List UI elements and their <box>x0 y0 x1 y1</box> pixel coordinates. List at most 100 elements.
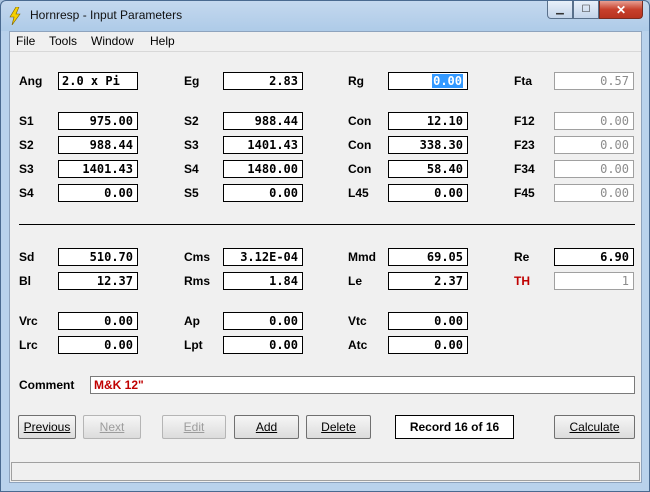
sd-field[interactable]: 510.70 <box>58 248 138 266</box>
l45-label: L45 <box>348 186 369 200</box>
delete-label: Delete <box>321 420 356 434</box>
f45-field: 0.00 <box>554 184 634 202</box>
close-button[interactable]: ✕ <box>599 1 643 19</box>
ang-field[interactable]: 2.0 x Pi <box>58 72 138 90</box>
comment-label: Comment <box>19 378 75 392</box>
le-label: Le <box>348 274 363 288</box>
rg-value: 0.00 <box>432 74 463 88</box>
ap-label: Ap <box>184 314 200 328</box>
lrc-label: Lrc <box>19 338 38 352</box>
f34-label: F34 <box>514 162 535 176</box>
s5-label: S5 <box>184 186 199 200</box>
previous-label: Previous <box>23 420 71 434</box>
next-label: Next <box>99 420 125 434</box>
s4b-field[interactable]: 0.00 <box>58 184 138 202</box>
f23-label: F23 <box>514 138 535 152</box>
title-bar[interactable]: Hornresp - Input Parameters ▁ ☐ ✕ <box>1 1 649 31</box>
fta-field: 0.57 <box>554 72 634 90</box>
delete-button[interactable]: Delete <box>306 415 371 439</box>
menu-file[interactable]: File <box>16 34 35 48</box>
bl-label: Bl <box>19 274 31 288</box>
vrc-label: Vrc <box>19 314 38 328</box>
add-label: Add <box>255 420 278 434</box>
con1-label: Con <box>348 114 372 128</box>
menu-bar: File Tools Window Help <box>10 32 641 52</box>
close-icon: ✕ <box>615 2 627 17</box>
eg-label: Eg <box>184 74 200 88</box>
le-field[interactable]: 2.37 <box>388 272 468 290</box>
mmd-field[interactable]: 69.05 <box>388 248 468 266</box>
lrc-field[interactable]: 0.00 <box>58 336 138 354</box>
menu-help[interactable]: Help <box>150 34 175 48</box>
atc-field[interactable]: 0.00 <box>388 336 468 354</box>
minimize-icon: ▁ <box>556 4 564 15</box>
cms-field[interactable]: 3.12E-04 <box>223 248 303 266</box>
maximize-button[interactable]: ☐ <box>573 1 599 19</box>
s4-label: S4 <box>184 162 199 176</box>
th-label[interactable]: TH <box>514 274 530 288</box>
app-window: Hornresp - Input Parameters ▁ ☐ ✕ File T… <box>0 0 650 492</box>
th-field: 1 <box>554 272 634 290</box>
vtc-field[interactable]: 0.00 <box>388 312 468 330</box>
s3b-label: S3 <box>19 162 34 176</box>
ap-field[interactable]: 0.00 <box>223 312 303 330</box>
rms-label: Rms <box>184 274 211 288</box>
s2-field[interactable]: 988.44 <box>223 112 303 130</box>
s5-field[interactable]: 0.00 <box>223 184 303 202</box>
calculate-button[interactable]: Calculate <box>554 415 635 439</box>
sd-label: Sd <box>19 250 35 264</box>
f23-field: 0.00 <box>554 136 634 154</box>
vtc-label: Vtc <box>348 314 367 328</box>
previous-button[interactable]: Previous <box>18 415 76 439</box>
cms-label: Cms <box>184 250 211 264</box>
f12-label: F12 <box>514 114 535 128</box>
con3-field[interactable]: 58.40 <box>388 160 468 178</box>
s1-label: S1 <box>19 114 34 128</box>
add-button[interactable]: Add <box>234 415 299 439</box>
s2-label: S2 <box>184 114 199 128</box>
s2b-field[interactable]: 988.44 <box>58 136 138 154</box>
f34-field: 0.00 <box>554 160 634 178</box>
con1-field[interactable]: 12.10 <box>388 112 468 130</box>
vrc-field[interactable]: 0.00 <box>58 312 138 330</box>
menu-tools[interactable]: Tools <box>49 34 77 48</box>
f12-field: 0.00 <box>554 112 634 130</box>
section-divider <box>19 224 635 225</box>
edit-label: Edit <box>183 420 205 434</box>
s1-field[interactable]: 975.00 <box>58 112 138 130</box>
lpt-field[interactable]: 0.00 <box>223 336 303 354</box>
record-indicator: Record 16 of 16 <box>395 415 514 439</box>
re-field[interactable]: 6.90 <box>554 248 634 266</box>
s3-field[interactable]: 1401.43 <box>223 136 303 154</box>
status-bar <box>11 462 640 481</box>
s4b-label: S4 <box>19 186 34 200</box>
s3b-field[interactable]: 1401.43 <box>58 160 138 178</box>
edit-button[interactable]: Edit <box>162 415 226 439</box>
rg-field[interactable]: 0.00 <box>388 72 468 90</box>
calculate-label: Calculate <box>569 420 620 434</box>
lpt-label: Lpt <box>184 338 203 352</box>
lightning-icon <box>9 7 21 25</box>
minimize-button[interactable]: ▁ <box>547 1 573 19</box>
con3-label: Con <box>348 162 372 176</box>
client-area: File Tools Window Help Ang 2.0 x Pi Eg 2… <box>9 31 642 483</box>
mmd-label: Mmd <box>348 250 376 264</box>
rms-field[interactable]: 1.84 <box>223 272 303 290</box>
con2-label: Con <box>348 138 372 152</box>
re-label: Re <box>514 250 530 264</box>
fta-label: Fta <box>514 74 532 88</box>
rg-label: Rg <box>348 74 364 88</box>
f45-label: F45 <box>514 186 535 200</box>
s4-field[interactable]: 1480.00 <box>223 160 303 178</box>
atc-label: Atc <box>348 338 368 352</box>
menu-window[interactable]: Window <box>91 34 134 48</box>
eg-field[interactable]: 2.83 <box>223 72 303 90</box>
next-button[interactable]: Next <box>83 415 141 439</box>
comment-field[interactable]: M&K 12" <box>90 376 635 394</box>
maximize-icon: ☐ <box>581 4 591 15</box>
bl-field[interactable]: 12.37 <box>58 272 138 290</box>
con2-field[interactable]: 338.30 <box>388 136 468 154</box>
s3-label: S3 <box>184 138 199 152</box>
window-title: Hornresp - Input Parameters <box>30 8 183 22</box>
l45-field[interactable]: 0.00 <box>388 184 468 202</box>
